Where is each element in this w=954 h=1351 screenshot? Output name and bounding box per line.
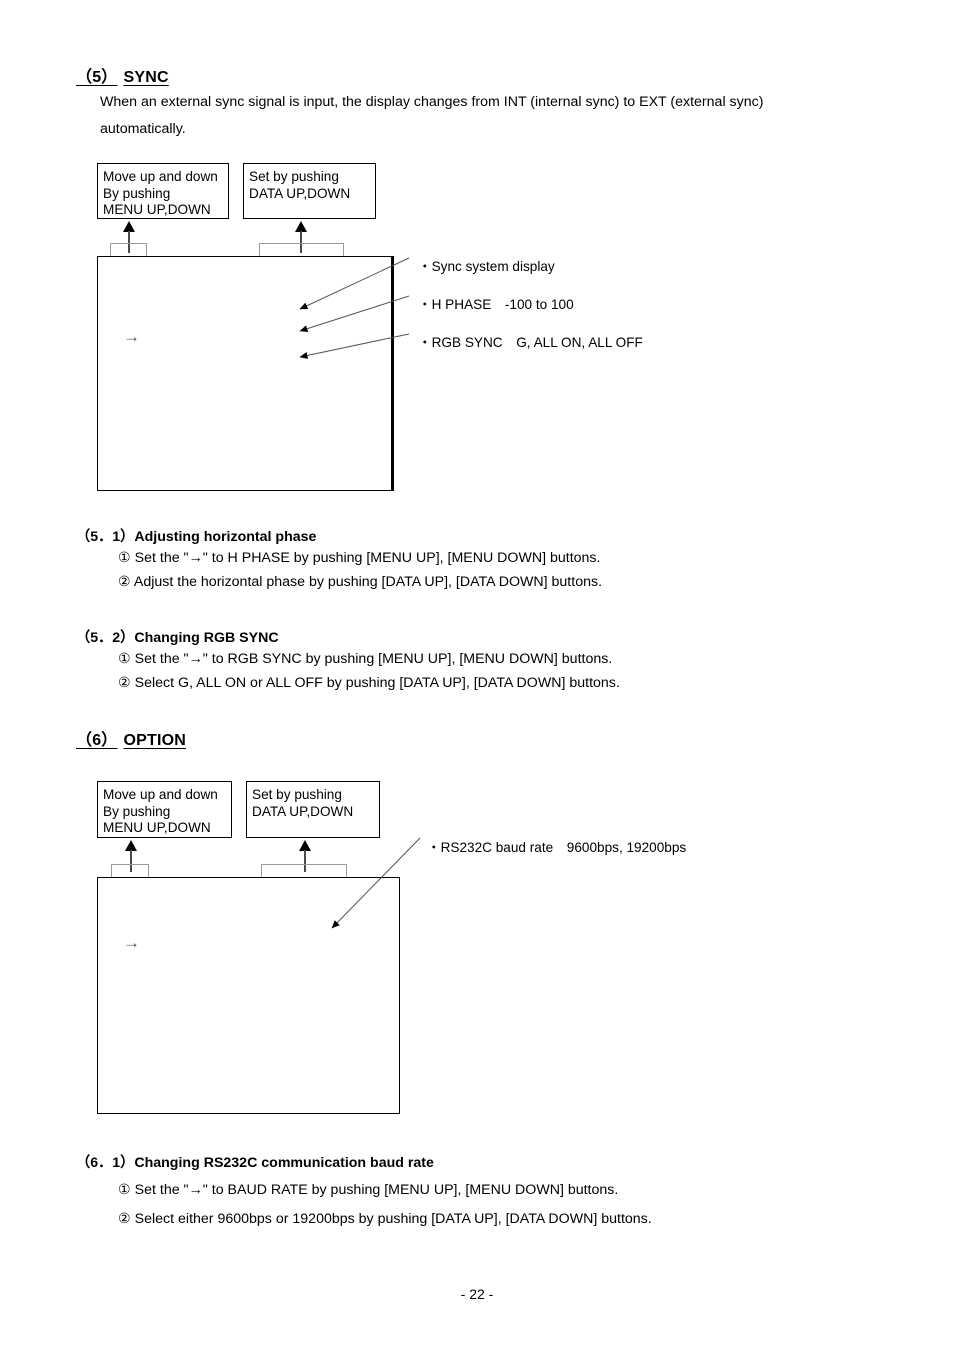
connector-bracket-menu-option <box>111 864 149 878</box>
annotation-h-phase: ・H PHASE -100 to 100 <box>418 297 574 312</box>
section-5-title: SYNC <box>123 69 169 86</box>
section-6-1-heading: （6．1）Changing RS232C communication baud … <box>76 1155 434 1171</box>
section-5-2-step2: ② Select G, ALL ON or ALL OFF by pushing… <box>118 675 620 691</box>
page-number: - 22 - <box>460 1286 494 1302</box>
section-5-intro-line1: When an external sync signal is input, t… <box>100 94 764 110</box>
callout-menu-line2: By pushing <box>103 185 171 201</box>
annotation-rgb-sync: ・RGB SYNC G, ALL ON, ALL OFF <box>418 335 643 350</box>
display-panel-sync: → <box>97 256 394 491</box>
connector-bracket-data-sync <box>259 243 344 257</box>
annotation-sync-system-display: ・Sync system display <box>418 259 555 274</box>
section-6-heading: （6） OPTION <box>76 726 186 750</box>
connector-bracket-menu-sync <box>110 243 147 257</box>
callout-menu-updown-sync: Move up and down By pushing MENU UP,DOWN <box>97 163 229 219</box>
callout-data-line1: Set by pushing <box>249 169 339 184</box>
callout-data-updown-option: Set by pushing DATA UP,DOWN <box>246 781 380 838</box>
section-5-intro-line2: automatically. <box>100 121 186 137</box>
section-5-1-heading: （5．1）Adjusting horizontal phase <box>76 529 317 545</box>
section-5-2-heading: （5．2）Changing RGB SYNC <box>76 630 279 646</box>
section-6-1-step2: ② Select either 9600bps or 19200bps by p… <box>118 1211 652 1227</box>
callout-menu-updown-option: Move up and down By pushing MENU UP,DOWN <box>97 781 232 838</box>
callout-menu-line3: MENU UP,DOWN <box>103 202 211 217</box>
section-6-1-step1: ① Set the "→" to BAUD RATE by pushing [M… <box>118 1182 619 1198</box>
section-5-intro: When an external sync signal is input, t… <box>100 89 763 143</box>
display-cursor-option: → <box>123 933 140 952</box>
callout-menu-option-line3: MENU UP,DOWN <box>103 820 211 835</box>
document-page: （5） SYNC When an external sync signal is … <box>0 0 954 1351</box>
section-5-heading: （5） SYNC <box>76 63 169 87</box>
section-5-number: （5） <box>76 69 118 86</box>
annotation-rs232c-baud-rate: ・RS232C baud rate 9600bps, 19200bps <box>427 840 687 855</box>
callout-menu-line1: Move up and down <box>103 169 218 184</box>
section-6-number: （6） <box>76 732 118 749</box>
callout-data-updown-sync: Set by pushing DATA UP,DOWN <box>243 163 376 219</box>
callout-menu-option-line1: Move up and down <box>103 787 218 802</box>
connector-bracket-data-option <box>261 864 347 878</box>
callout-data-line2: DATA UP,DOWN <box>249 185 351 201</box>
display-panel-option: → <box>97 877 400 1114</box>
section-5-1-step1: ① Set the "→" to H PHASE by pushing [MEN… <box>118 550 601 566</box>
section-5-1-step2: ② Adjust the horizontal phase by pushing… <box>118 574 603 590</box>
callout-data-option-line2: DATA UP,DOWN <box>252 803 354 819</box>
display-cursor-sync: → <box>123 327 140 346</box>
callout-data-option-line1: Set by pushing <box>252 787 342 802</box>
section-6-title: OPTION <box>123 732 187 749</box>
callout-menu-option-line2: By pushing <box>103 803 171 819</box>
section-5-2-step1: ① Set the "→" to RGB SYNC by pushing [ME… <box>118 651 613 667</box>
